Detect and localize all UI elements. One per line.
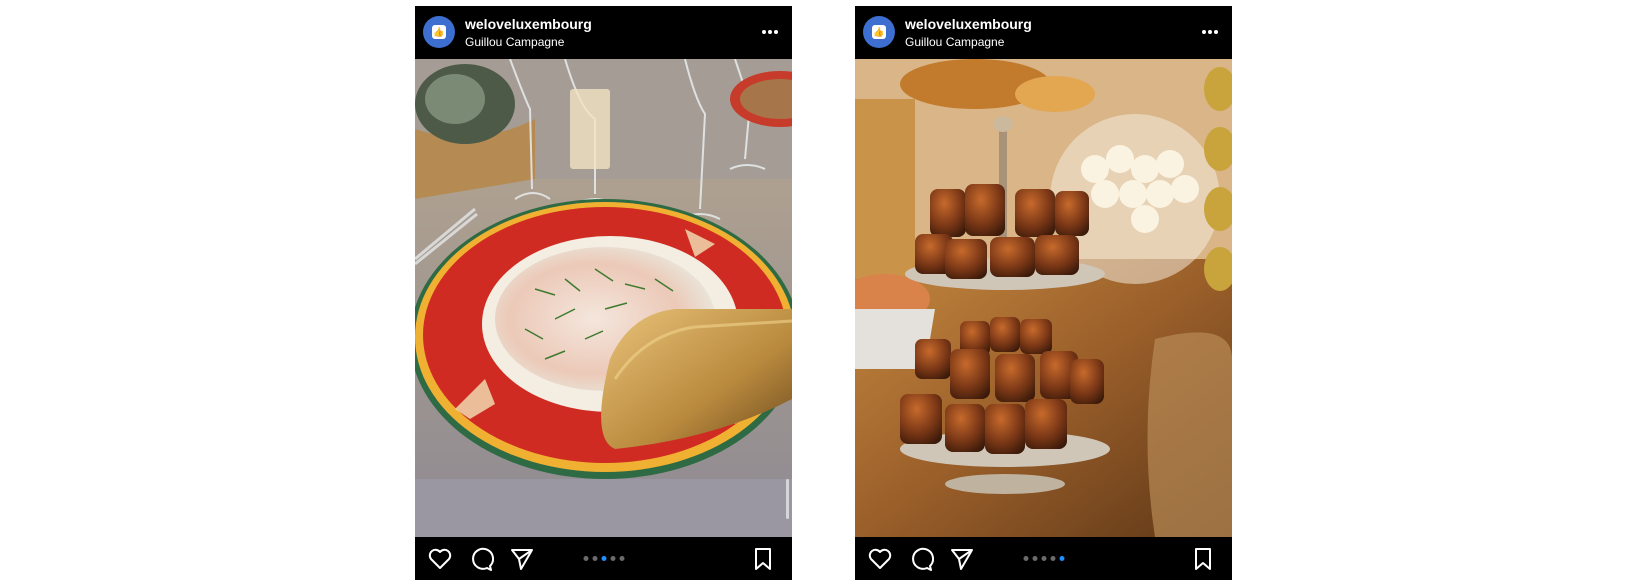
carousel-dot <box>1041 556 1046 561</box>
post-actions-bar <box>855 537 1232 580</box>
more-options-icon[interactable] <box>760 24 780 40</box>
thumbs-up-icon: 👍 <box>432 25 446 39</box>
username[interactable]: weloveluxembourg <box>465 16 592 32</box>
carousel-dot-active <box>601 556 606 561</box>
post-card: 👍 weloveluxembourg Guillou Campagne <box>855 6 1232 580</box>
location-label[interactable]: Guillou Campagne <box>465 35 564 49</box>
share-icon[interactable] <box>509 546 535 572</box>
carousel-dot-active <box>1059 556 1064 561</box>
bookmark-icon[interactable] <box>1190 546 1216 572</box>
carousel-dot <box>610 556 615 561</box>
food-photo-caneles <box>855 59 1232 537</box>
comment-icon[interactable] <box>908 546 934 572</box>
location-label[interactable]: Guillou Campagne <box>905 35 1004 49</box>
post-photo[interactable] <box>415 59 792 537</box>
bookmark-icon[interactable] <box>750 546 776 572</box>
profile-avatar[interactable]: 👍 <box>863 16 895 48</box>
food-photo-salmon-pasta <box>415 59 792 537</box>
carousel-dot <box>619 556 624 561</box>
carousel-dot <box>583 556 588 561</box>
post-card: 👍 weloveluxembourg Guillou Campagne <box>415 6 792 580</box>
share-icon[interactable] <box>949 546 975 572</box>
username[interactable]: weloveluxembourg <box>905 16 1032 32</box>
carousel-dot <box>1032 556 1037 561</box>
post-header: 👍 weloveluxembourg Guillou Campagne <box>415 6 792 59</box>
carousel-indicator <box>1023 556 1064 561</box>
heart-icon[interactable] <box>867 546 893 572</box>
carousel-dot <box>1023 556 1028 561</box>
heart-icon[interactable] <box>427 546 453 572</box>
carousel-dot <box>1050 556 1055 561</box>
post-header: 👍 weloveluxembourg Guillou Campagne <box>855 6 1232 59</box>
post-photo[interactable] <box>855 59 1232 537</box>
thumbs-up-icon: 👍 <box>872 25 886 39</box>
post-actions-bar <box>415 537 792 580</box>
comment-icon[interactable] <box>468 546 494 572</box>
more-options-icon[interactable] <box>1200 24 1220 40</box>
scroll-indicator <box>786 479 789 519</box>
profile-avatar[interactable]: 👍 <box>423 16 455 48</box>
carousel-dot <box>592 556 597 561</box>
carousel-indicator <box>583 556 624 561</box>
